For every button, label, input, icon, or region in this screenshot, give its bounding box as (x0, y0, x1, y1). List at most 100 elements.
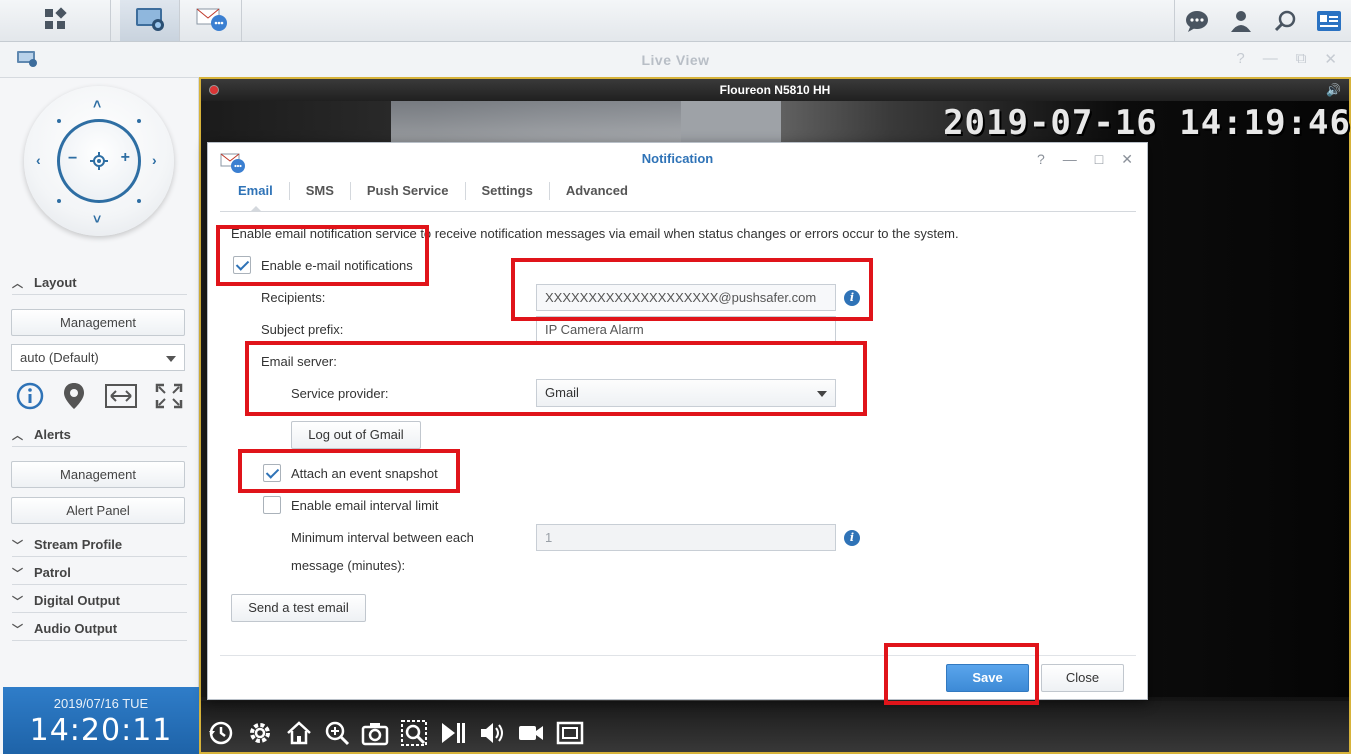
chevron-down-icon (166, 356, 176, 362)
camera-toolbar (201, 697, 1349, 752)
video-record-icon[interactable] (517, 722, 545, 747)
help-icon[interactable]: ? (1037, 151, 1045, 168)
highlight-save (884, 643, 1039, 705)
camera-monitor-icon (135, 6, 165, 35)
play-pause-icon[interactable] (439, 720, 467, 749)
info-circle-icon[interactable] (16, 382, 44, 413)
highlight-email-server (245, 341, 867, 416)
section-alerts[interactable]: ︿ Alerts (12, 423, 187, 447)
close-icon[interactable]: ✕ (1121, 151, 1133, 168)
send-test-email-button[interactable]: Send a test email (231, 594, 366, 622)
notification-icon (196, 6, 228, 35)
active-tab-indicator (250, 206, 262, 212)
tab-email[interactable]: Email (222, 182, 290, 200)
fit-width-icon[interactable] (104, 383, 137, 411)
interval-limit-checkbox[interactable] (263, 496, 281, 514)
recipients-label: Recipients: (261, 290, 326, 305)
layout-select[interactable]: auto (Default) (11, 344, 185, 371)
clock-widget: 2019/07/16 TUE 14:20:11 (3, 687, 199, 754)
section-layout[interactable]: ︿ Layout (12, 271, 187, 295)
chevron-down-icon: ﹀ (12, 595, 23, 608)
section-patrol[interactable]: ﹀ Patrol (12, 561, 187, 585)
min-interval-input[interactable]: 1 (536, 524, 836, 551)
digital-zoom-icon[interactable] (400, 719, 428, 750)
zoom-icon[interactable] (324, 720, 350, 749)
dialog-title: Notification (641, 151, 714, 166)
fit-screen-icon[interactable] (556, 721, 584, 748)
snapshot-camera-icon[interactable] (361, 720, 389, 749)
logout-gmail-button[interactable]: Log out of Gmail (291, 421, 421, 449)
user-icon[interactable] (1219, 0, 1263, 41)
pan-left-icon[interactable]: ‹ (36, 152, 41, 168)
section-digital-output[interactable]: ﹀ Digital Output (12, 589, 187, 613)
layout-tools (12, 379, 187, 415)
pan-up-right-dot[interactable] (137, 119, 141, 123)
layout-management-button[interactable]: Management (11, 309, 185, 336)
map-pin-icon[interactable] (62, 382, 86, 413)
clock-date: 2019/07/16 TUE (53, 696, 149, 711)
pan-right-icon[interactable]: › (152, 152, 157, 168)
dialog-tabs: Email SMS Push Service Settings Advanced (222, 177, 644, 205)
alert-panel-button[interactable]: Alert Panel (11, 497, 185, 524)
section-digital-output-label: Digital Output (34, 593, 120, 608)
highlight-attach-snapshot (238, 449, 460, 493)
pan-down-icon[interactable]: ˅ (93, 211, 101, 227)
info-card-icon[interactable] (1307, 0, 1351, 41)
tab-advanced[interactable]: Advanced (550, 182, 644, 200)
live-view-titlebar: Live View ? — ⧉ ✕ (0, 42, 1351, 78)
pan-down-right-dot[interactable] (137, 199, 141, 203)
pan-up-left-dot[interactable] (57, 119, 61, 123)
camera-titlebar: Floureon N5810 HH 🔊 (201, 79, 1349, 101)
tab-settings[interactable]: Settings (466, 182, 550, 200)
speaker-icon[interactable]: 🔊 (1326, 79, 1341, 101)
main-menu-button[interactable] (0, 0, 111, 41)
chevron-down-icon: ﹀ (12, 539, 23, 552)
ptz-home-icon[interactable] (90, 152, 108, 173)
minimize-icon[interactable]: — (1263, 50, 1278, 68)
camera-osd-timestamp: 2019-07-16 14:19:46 (943, 103, 1351, 143)
notification-app-button[interactable] (182, 0, 242, 41)
ptz-control[interactable]: ˄ ˅ ‹ › − + (24, 86, 174, 236)
record-indicator-icon (209, 85, 219, 95)
settings-gear-icon[interactable] (246, 719, 274, 750)
pan-down-left-dot[interactable] (57, 199, 61, 203)
close-icon[interactable]: ✕ (1324, 50, 1337, 68)
section-audio-output[interactable]: ﹀ Audio Output (12, 617, 187, 641)
chevron-down-icon: ﹀ (12, 567, 23, 580)
restore-icon[interactable]: ⧉ (1296, 50, 1307, 68)
taskbar (0, 0, 1351, 42)
clock-time: 14:20:11 (29, 713, 173, 748)
home-icon[interactable] (285, 719, 313, 750)
chevron-down-icon: ﹀ (12, 623, 23, 636)
tab-divider (220, 211, 1136, 212)
section-alerts-label: Alerts (34, 427, 71, 442)
volume-icon[interactable] (478, 720, 506, 749)
zoom-out-icon[interactable]: − (68, 150, 77, 168)
chevron-up-icon: ︿ (12, 429, 23, 442)
ptz-zoom-ring: − + (57, 119, 141, 203)
maximize-icon[interactable]: □ (1095, 151, 1103, 168)
pan-up-icon[interactable]: ˄ (93, 96, 101, 112)
section-stream-profile[interactable]: ﹀ Stream Profile (12, 533, 187, 557)
highlight-enable-email (216, 225, 429, 286)
alerts-management-button[interactable]: Management (11, 461, 185, 488)
min-interval-label-2: message (minutes): (291, 558, 406, 573)
zoom-in-icon[interactable]: + (121, 149, 130, 167)
left-panel: ˄ ˅ ‹ › − + ︿ Layout Management auto (De… (0, 78, 199, 754)
chevron-up-icon: ︿ (12, 277, 23, 290)
playback-icon[interactable] (207, 719, 235, 750)
chat-icon[interactable] (1175, 0, 1219, 41)
search-icon[interactable] (1263, 0, 1307, 41)
close-button[interactable]: Close (1041, 664, 1124, 692)
fullscreen-icon[interactable] (155, 383, 183, 412)
tab-push-service[interactable]: Push Service (351, 182, 466, 200)
info-icon[interactable]: i (844, 530, 860, 546)
tab-sms[interactable]: SMS (290, 182, 351, 200)
minimize-icon[interactable]: — (1063, 151, 1077, 168)
section-stream-profile-label: Stream Profile (34, 537, 123, 552)
layout-select-value: auto (Default) (20, 350, 99, 365)
section-audio-output-label: Audio Output (34, 621, 118, 636)
help-icon[interactable]: ? (1236, 50, 1244, 68)
interval-limit-label: Enable email interval limit (291, 498, 439, 513)
live-view-app-button[interactable] (120, 0, 180, 41)
